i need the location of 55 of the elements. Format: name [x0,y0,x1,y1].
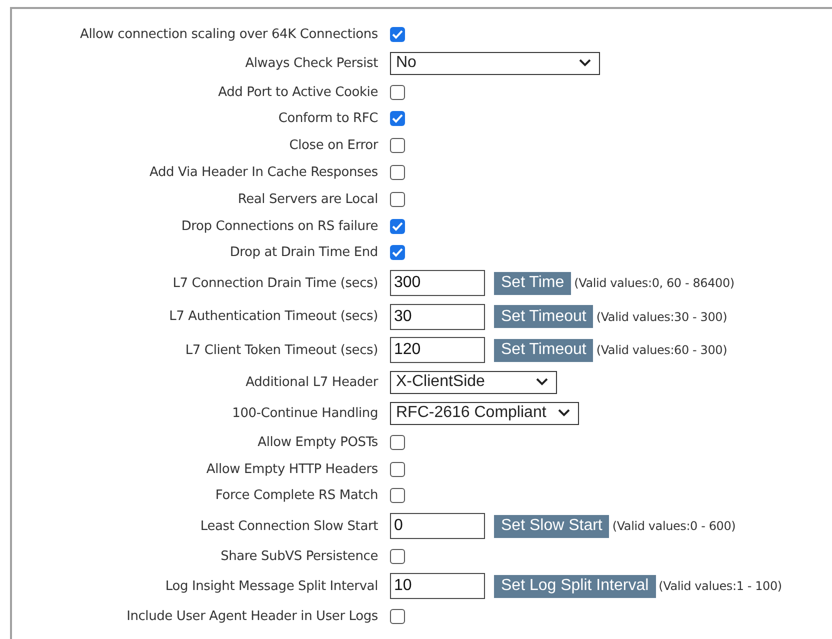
set-button[interactable]: Set Timeout [494,305,594,328]
checkbox[interactable] [390,84,405,100]
checkbox[interactable] [390,608,405,624]
setting-label: L7 Connection Drain Time (secs) [172,276,378,291]
setting-label: Allow connection scaling over 64K Connections [79,26,378,42]
valid-values-hint: (Valid values:30 - 300) [596,310,728,324]
checkbox[interactable] [390,138,405,154]
input-field[interactable]: 300 [390,270,485,296]
setting-label: 100-Continue Handling [231,406,378,421]
setting-label: Allow Empty HTTP Headers [205,462,378,477]
input-field[interactable]: 0 [390,513,485,540]
setting-label: Real Servers are Local [236,192,378,207]
checkbox[interactable] [390,192,405,207]
checkbox[interactable] [390,165,405,180]
setting-label: Conform to RFC [277,111,378,126]
set-button[interactable]: Set Log Split Interval [494,574,656,598]
chevron-down-icon [579,59,591,68]
setting-label: Drop at Drain Time End [228,245,378,260]
valid-values-hint: (Valid values:60 - 300) [596,343,728,358]
setting-label: L7 Client Token Timeout (secs) [184,342,378,358]
setting-label: Include User Agent Header in User Logs [126,608,378,624]
chevron-down-icon [536,378,548,386]
input-field[interactable]: 10 [390,573,485,600]
valid-values-hint: (Valid values:0, 60 - 86400) [574,276,734,290]
set-button[interactable]: Set Slow Start [494,514,610,538]
checkbox[interactable] [390,111,405,126]
checkbox[interactable] [390,434,405,450]
setting-label: Close on Error [288,138,378,154]
checkbox[interactable] [390,218,405,234]
setting-label: Add Via Header In Cache Responses [148,165,378,180]
valid-values-hint: (Valid values:1 - 100) [658,579,782,594]
setting-label: Always Check Persist [244,56,378,71]
dropdown[interactable]: X-ClientSide [390,370,557,394]
input-field[interactable]: 30 [390,304,485,330]
set-button[interactable]: Set Timeout [494,338,594,362]
checkbox[interactable] [390,26,405,42]
set-button[interactable]: Set Time [494,272,572,295]
chevron-down-icon [558,409,570,418]
dropdown[interactable]: RFC-2616 Compliant [390,402,580,425]
checkbox[interactable] [390,548,405,564]
setting-label: Share SubVS Persistence [220,548,378,564]
valid-values-hint: (Valid values:0 - 600) [612,519,736,534]
checkbox[interactable] [390,488,405,504]
checkbox[interactable] [390,462,405,477]
setting-label: Add Port to Active Cookie [217,84,378,100]
dropdown[interactable]: No [390,52,600,75]
setting-label: Allow Empty POSTs [256,434,378,450]
setting-label: Force Complete RS Match [214,488,378,504]
setting-label: Log Insight Message Split Interval [164,578,378,594]
setting-label: Drop Connections on RS failure [180,218,378,234]
checkbox[interactable] [390,245,405,260]
setting-label: L7 Authentication Timeout (secs) [168,309,378,324]
setting-label: Additional L7 Header [244,374,378,390]
input-field[interactable]: 120 [390,337,485,364]
setting-label: Least Connection Slow Start [199,518,378,534]
